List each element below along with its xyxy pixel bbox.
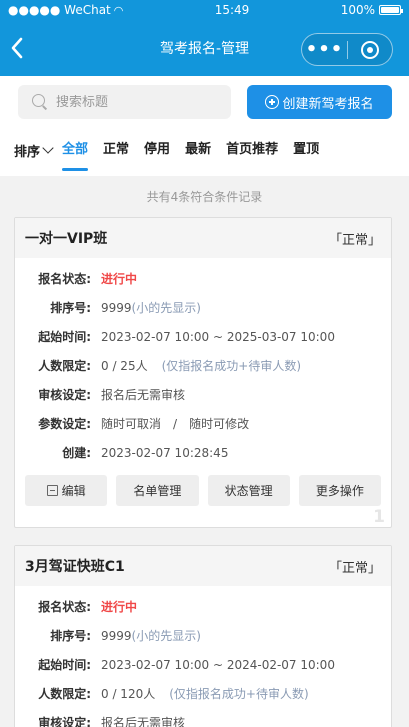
card-header[interactable]: 一对一VIP班 「正常」 (15, 218, 391, 258)
row-value: 报名后无需审核 (101, 388, 186, 402)
registration-card: 一对一VIP班 「正常」 报名状态: 进行中 排序号: 9999 (小的先显示)… (14, 217, 392, 528)
info-row-created: 创建: 2023-02-07 10:28:45 (15, 438, 391, 467)
row-label: 审核设定: (38, 716, 91, 727)
chevron-down-icon (42, 142, 54, 154)
toolbar-area: 创建新驾考报名 排序 全部 正常 停用 最新 首页推荐 置顶 (0, 76, 409, 176)
row-value: 0 / 120人 (101, 687, 156, 701)
search-input[interactable] (56, 94, 206, 110)
info-row-review-setting: 审核设定: 报名后无需审核 (15, 380, 391, 409)
row-value: 2023-02-07 10:00 ~ 2024-02-07 10:00 (101, 657, 335, 672)
search-icon (32, 94, 48, 110)
clock: 15:49 (214, 3, 250, 17)
row-label: 起始时间: (38, 658, 91, 672)
row-label: 参数设定: (38, 417, 91, 431)
card-index-number: 1 (373, 507, 385, 527)
more-dots-icon[interactable]: ••• (302, 35, 347, 65)
info-row-capacity: 人数限定: 0 / 120人 (仅指报名成功+待审人数) (15, 679, 391, 708)
row-label: 排序号: (50, 629, 91, 643)
registration-card: 3月驾证快班C1 「正常」 报名状态: 进行中 排序号: 9999 (小的先显示… (14, 545, 392, 727)
row-separator: / (173, 416, 178, 431)
info-row-params: 参数设定: 随时可取消 / 随时可修改 (15, 409, 391, 438)
info-row-signup-status: 报名状态: 进行中 (15, 592, 391, 621)
more-actions-button[interactable]: 更多操作 (298, 475, 381, 506)
row-note: (小的先显示) (131, 629, 201, 643)
status-bar: ●●●●● WeChat ◠ 15:49 100% (0, 0, 409, 20)
card-actions: 编辑 名单管理 状态管理 更多操作 (15, 467, 391, 506)
card-header[interactable]: 3月驾证快班C1 「正常」 (15, 546, 391, 586)
info-row-capacity: 人数限定: 0 / 25人 (仅指报名成功+待审人数) (15, 351, 391, 380)
carrier-info: ●●●●● WeChat ◠ (8, 3, 123, 17)
mini-program-capsule: ••• (301, 33, 393, 66)
info-row-signup-status: 报名状态: 进行中 (15, 264, 391, 293)
status-management-button[interactable]: 状态管理 (207, 475, 290, 506)
card-title: 一对一VIP班 (25, 231, 108, 247)
tab-latest[interactable]: 最新 (185, 136, 211, 164)
create-registration-button[interactable]: 创建新驾考报名 (247, 85, 392, 119)
row-label: 审核设定: (38, 388, 91, 402)
row-value: 报名后无需审核 (101, 716, 186, 727)
search-box[interactable] (18, 85, 231, 119)
navigation-bar: 驾考报名-管理 ••• (0, 20, 409, 76)
row-value: 9999 (101, 300, 132, 315)
battery-indicator: 100% (340, 3, 403, 17)
row-note: (仅指报名成功+待审人数) (169, 687, 309, 701)
status-badge: 「正常」 (328, 560, 381, 576)
row-label: 人数限定: (38, 687, 91, 701)
row-value: 进行中 (101, 272, 138, 286)
sort-dropdown[interactable]: 排序 (14, 136, 54, 164)
plus-circle-icon (265, 95, 280, 109)
row-label: 人数限定: (38, 359, 91, 373)
wifi-icon: ◠ (113, 3, 124, 17)
tab-normal[interactable]: 正常 (103, 136, 129, 164)
battery-icon (379, 5, 403, 15)
info-row-review-setting: 审核设定: 报名后无需审核 (15, 708, 391, 727)
row-note: (仅指报名成功+待审人数) (161, 359, 301, 373)
row-value: 0 / 25人 (101, 359, 148, 373)
row-label: 起始时间: (38, 330, 91, 344)
info-row-time-range: 起始时间: 2023-02-07 10:00 ~ 2024-02-07 10:0… (15, 650, 391, 679)
filter-tabs: 排序 全部 正常 停用 最新 首页推荐 置顶 (0, 136, 409, 174)
row-value-secondary: 随时可修改 (189, 417, 250, 431)
info-row-sort-number: 排序号: 9999 (小的先显示) (15, 293, 391, 322)
row-label: 排序号: (50, 301, 91, 315)
battery-percent: 100% (340, 3, 375, 17)
status-badge: 「正常」 (328, 232, 381, 248)
card-title: 3月驾证快班C1 (25, 559, 125, 575)
info-row-sort-number: 排序号: 9999 (小的先显示) (15, 621, 391, 650)
row-label: 报名状态: (38, 272, 91, 286)
target-close-icon[interactable] (348, 40, 392, 59)
record-count: 共有4条符合条件记录 (146, 190, 263, 204)
sort-label: 排序 (14, 144, 41, 160)
row-value: 2023-02-07 10:28:45 (101, 445, 229, 460)
row-value: 随时可取消 (101, 417, 162, 431)
tab-disabled[interactable]: 停用 (144, 136, 170, 164)
row-value: 9999 (101, 628, 132, 643)
tab-home-recommend[interactable]: 首页推荐 (226, 136, 278, 164)
carrier-label: ●●●●● WeChat (8, 3, 111, 17)
row-label: 报名状态: (38, 600, 91, 614)
edit-button-label: 编辑 (61, 484, 86, 498)
row-value: 2023-02-07 10:00 ~ 2025-03-07 10:00 (101, 329, 335, 344)
edit-icon (46, 485, 58, 496)
row-value: 进行中 (101, 600, 138, 614)
tab-pinned[interactable]: 置顶 (293, 136, 319, 164)
row-note: (小的先显示) (131, 301, 201, 315)
list-management-button[interactable]: 名单管理 (116, 475, 199, 506)
tab-all[interactable]: 全部 (62, 136, 89, 171)
row-label: 创建: (62, 446, 91, 460)
edit-button[interactable]: 编辑 (25, 475, 108, 506)
create-button-label: 创建新驾考报名 (282, 96, 374, 112)
info-row-time-range: 起始时间: 2023-02-07 10:00 ~ 2025-03-07 10:0… (15, 322, 391, 351)
